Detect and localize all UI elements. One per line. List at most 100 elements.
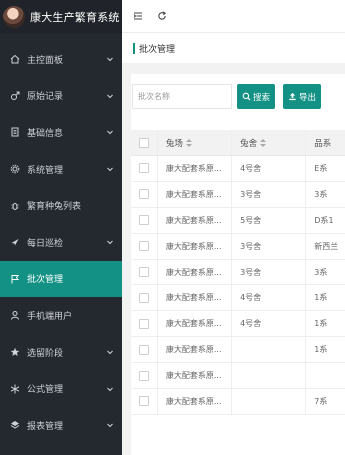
cell-strain: 1系: [314, 293, 328, 303]
column-header-house[interactable]: 兔舍: [232, 130, 307, 155]
row-checkbox[interactable]: [138, 163, 149, 174]
table-row[interactable]: 康大配套系原... 1系: [131, 337, 345, 364]
chevron-down-icon: [107, 57, 113, 62]
sidebar-item-label: 公式管理: [27, 385, 64, 396]
row-checkbox[interactable]: [138, 292, 149, 303]
export-icon: [289, 92, 296, 101]
table-row[interactable]: 康大配套系原... 3号舍 3系: [131, 259, 345, 286]
column-header-strain[interactable]: 品系: [306, 130, 345, 155]
cell-house: 3号舍: [232, 233, 307, 259]
sidebar-item-label: 手机端用户: [27, 311, 73, 322]
sidebar: 康大生产繁育系统 主控面板 原始记录 基础信息 系统管理 繁育种兔列表 每日巡检…: [0, 0, 122, 455]
sidebar-item-system-management[interactable]: 系统管理: [0, 151, 122, 188]
sidebar-item-label: 报表管理: [27, 421, 64, 432]
sidebar-item-mobile-users[interactable]: 手机端用户: [0, 297, 122, 334]
chevron-down-icon: [107, 350, 113, 355]
snowflake-icon: [10, 384, 20, 394]
sidebar-item-daily-inspection[interactable]: 每日巡检: [0, 224, 122, 261]
row-checkbox[interactable]: [138, 318, 149, 329]
chevron-down-icon: [107, 167, 113, 172]
cell-farm: 康大配套系原...: [158, 389, 233, 414]
export-button[interactable]: 导出: [283, 84, 321, 109]
table-row[interactable]: 康大配套系原... 4号舍 1系: [131, 311, 345, 338]
batch-name-search-input[interactable]: 批次名称: [132, 84, 232, 109]
sidebar-item-label: 基础信息: [27, 128, 64, 139]
cell-farm: 康大配套系原...: [158, 233, 233, 259]
row-checkbox[interactable]: [138, 370, 149, 381]
row-checkbox-cell: [131, 233, 158, 259]
cell-farm: 康大配套系原...: [158, 363, 233, 389]
compass-icon: [10, 237, 20, 247]
page-header: 批次管理: [122, 33, 345, 63]
search-button[interactable]: 搜索: [237, 84, 275, 109]
table-header: 兔场 兔舍 品系: [131, 130, 345, 156]
brand-header[interactable]: 康大生产繁育系统: [0, 0, 122, 34]
row-checkbox[interactable]: [138, 215, 149, 226]
cell-farm: 康大配套系原...: [158, 259, 233, 285]
table-row[interactable]: 康大配套系原... 7系: [131, 389, 345, 415]
chevron-down-icon: [107, 387, 113, 391]
row-checkbox[interactable]: [138, 241, 149, 252]
cell-strain: [306, 363, 345, 388]
sidebar-item-label: 系统管理: [27, 165, 64, 176]
column-header-label: 兔舍: [240, 138, 258, 149]
sidebar-item-formula-management[interactable]: 公式管理: [0, 370, 122, 407]
table-row[interactable]: 康大配套系原... 4号舍 E系: [131, 156, 345, 182]
search-button-label: 搜索: [252, 92, 270, 103]
sort-icon[interactable]: [260, 138, 267, 147]
refresh-icon[interactable]: [157, 11, 167, 21]
cell-house: 4号舍: [232, 311, 307, 337]
sidebar-item-label: 繁育种兔列表: [27, 202, 82, 213]
select-all-checkbox[interactable]: [138, 137, 149, 148]
cell-strain: 1系: [314, 345, 328, 355]
sidebar-item-label: 选留阶段: [27, 348, 64, 359]
row-checkbox-cell: [131, 156, 158, 181]
table-row[interactable]: 康大配套系原... 4号舍 1系: [131, 285, 345, 312]
row-checkbox-cell: [131, 363, 158, 389]
document-icon: [10, 127, 20, 137]
sidebar-item-raw-records[interactable]: 原始记录: [0, 78, 122, 115]
cell-house: 4号舍: [232, 156, 307, 181]
row-checkbox[interactable]: [138, 344, 149, 355]
table-row[interactable]: 康大配套系原... 5号舍 D系1: [131, 207, 345, 234]
chevron-down-icon: [107, 240, 113, 245]
cell-house: [232, 389, 307, 414]
cell-house: 3号舍: [232, 259, 307, 285]
app-title: 康大生产繁育系统: [30, 11, 120, 24]
flag-icon: [10, 274, 20, 284]
cell-house: 5号舍: [232, 207, 307, 233]
cell-farm: 康大配套系原...: [158, 156, 233, 181]
table-row[interactable]: 康大配套系原...: [131, 363, 345, 390]
sidebar-item-dashboard[interactable]: 主控面板: [0, 41, 122, 78]
row-checkbox-cell: [131, 311, 158, 337]
sidebar-item-basic-info[interactable]: 基础信息: [0, 114, 122, 151]
sidebar-item-breeding-rabbits[interactable]: 繁育种兔列表: [0, 187, 122, 224]
select-all-cell: [131, 130, 158, 155]
cell-house: 4号舍: [232, 285, 307, 311]
row-checkbox[interactable]: [138, 189, 149, 200]
page-title: 批次管理: [139, 44, 176, 55]
cell-strain: E系: [314, 163, 328, 173]
user-icon: [10, 310, 20, 321]
row-checkbox-cell: [131, 259, 158, 285]
table-row[interactable]: 康大配套系原... 3号舍 3系: [131, 181, 345, 208]
menu-toggle-icon[interactable]: [133, 11, 143, 21]
row-checkbox[interactable]: [138, 267, 149, 277]
table-row[interactable]: 康大配套系原... 3号舍 新西兰: [131, 233, 345, 260]
cell-strain: D系1: [314, 215, 334, 225]
search-toolbar: 批次名称 搜索 导出: [131, 84, 345, 110]
row-checkbox[interactable]: [138, 396, 149, 407]
column-header-farm[interactable]: 兔场: [158, 130, 233, 155]
search-icon: [242, 92, 251, 101]
avatar: [3, 6, 25, 28]
column-header-label: 兔场: [165, 138, 183, 149]
sort-icon[interactable]: [185, 138, 192, 147]
sidebar-item-selection-stage[interactable]: 选留阶段: [0, 334, 122, 371]
sidebar-item-label: 原始记录: [27, 92, 64, 103]
sidebar-item-batch-management[interactable]: 批次管理: [0, 260, 122, 298]
cell-house: [232, 363, 307, 389]
row-checkbox-cell: [131, 181, 158, 207]
sidebar-item-label: 主控面板: [27, 55, 64, 66]
cell-strain: 3系: [314, 189, 328, 199]
sidebar-item-report-management[interactable]: 报表管理: [0, 407, 122, 444]
